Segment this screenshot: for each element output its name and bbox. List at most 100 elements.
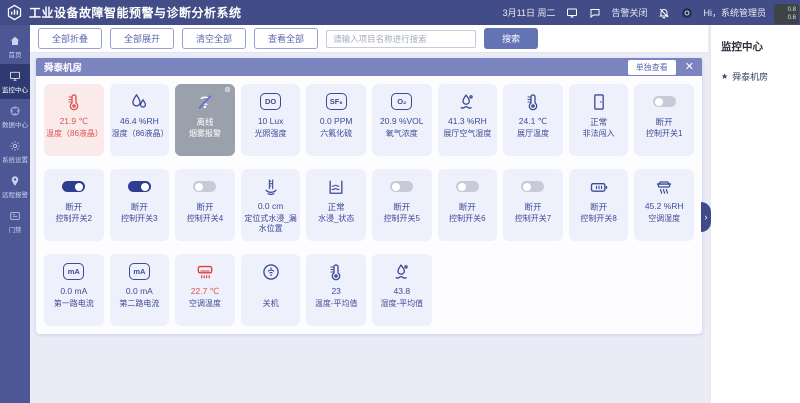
display-icon[interactable] (565, 6, 578, 19)
sensor-label: 控制开关3 (119, 214, 159, 224)
sensor-card[interactable]: O₂20.9 %VOL氧气浓度 (372, 84, 432, 156)
sensor-value: 正常 (328, 201, 345, 211)
sensor-card[interactable]: 43.8 湿度-平均值 (372, 254, 432, 326)
sensor-card[interactable]: 41.3 %RH展厅空气湿度 (438, 84, 498, 156)
sensor-label: 关机 (261, 299, 281, 309)
toolbar-buttons: 全部折叠全部展开清空全部查看全部 (38, 28, 318, 49)
tank-icon (326, 177, 346, 197)
sensor-value: 断开 (590, 201, 607, 211)
offline-badge-icon: ⊗ (224, 85, 231, 94)
sensor-label: 空调湿度 (646, 214, 682, 224)
sensor-card[interactable]: 正常水浸_状态 (306, 169, 366, 241)
toolbar-button-2[interactable]: 清空全部 (182, 28, 246, 49)
sensor-card[interactable]: 断开控制开关4 (175, 169, 235, 241)
sensor-value: 43.8 (394, 286, 411, 296)
sidebar-item-door-card[interactable]: 门禁 (0, 204, 30, 239)
home-icon (9, 35, 21, 47)
search-input[interactable] (326, 30, 476, 48)
sidebar-item-label: 远程报警 (2, 189, 28, 199)
sensor-label: 第二路电流 (117, 299, 161, 309)
toggle-off-icon (521, 181, 544, 192)
sensor-value: 23 (331, 286, 340, 296)
sensor-card[interactable]: 断开控制开关7 (503, 169, 563, 241)
sidebar-item-monitor[interactable]: 监控中心 (0, 64, 30, 99)
sensor-card[interactable]: 断开控制开关5 (372, 169, 432, 241)
sidebar-item-gear[interactable]: 系统设置 (0, 134, 30, 169)
sensor-card[interactable]: 断开控制开关2 (44, 169, 104, 241)
toolbar-button-1[interactable]: 全部展开 (110, 28, 174, 49)
sidebar-item-pin[interactable]: 远程报警 (0, 169, 30, 204)
sensor-label: 光照强度 (253, 129, 289, 139)
toolbar-button-3[interactable]: 查看全部 (254, 28, 318, 49)
app-title: 工业设备故障智能预警与诊断分析系统 (29, 4, 497, 21)
sensor-label: 湿度-平均值 (378, 299, 425, 309)
sensor-card[interactable]: 断开控制开关6 (438, 169, 498, 241)
sensor-card[interactable]: 46.4 %RH湿度（86液晶） (110, 84, 170, 156)
sensor-label: 控制开关8 (578, 214, 618, 224)
sidebar-item-home[interactable]: 首页 (0, 29, 30, 64)
avatar-icon[interactable] (681, 6, 694, 19)
toggle-off-icon (193, 181, 216, 192)
room-panel: 舜泰机房 单独查看 ✕ 21.9 ℃温度（86液晶）46.4 %RH湿度（86液… (36, 58, 702, 334)
view-alone-button[interactable]: 单独查看 (628, 60, 676, 75)
sensor-card[interactable]: 21.9 ℃温度（86液晶） (44, 84, 104, 156)
monitor-center-item[interactable]: ★舜泰机房 (721, 70, 790, 83)
sensor-card-grid: 21.9 ℃温度（86液晶）46.4 %RH湿度（86液晶）离线烟雾报警⊗DO1… (36, 76, 702, 334)
sensor-card[interactable]: 断开控制开关1 (634, 84, 694, 156)
search-button[interactable]: 搜索 (484, 28, 538, 49)
expand-panel-tab[interactable]: › (701, 202, 711, 232)
sensor-label: 水浸_状态 (316, 214, 356, 224)
topbar: 工业设备故障智能预警与诊断分析系统 3月11日 周二 告警关闭 Hi，系统管理员 (0, 0, 800, 25)
badge-ma-icon: mA (129, 263, 150, 280)
sensor-card[interactable]: 正常非法闯入 (569, 84, 629, 156)
sensor-card[interactable]: SF₆0.0 PPM六氟化硫 (306, 84, 366, 156)
battery-icon (589, 177, 609, 197)
pin-icon (9, 175, 21, 187)
sensor-card[interactable]: 断开控制开关3 (110, 169, 170, 241)
sensor-card[interactable]: DO10 Lux光照强度 (241, 84, 301, 156)
net-speed-overlay: 0.8 0.6 (774, 4, 799, 24)
humidity-icon (457, 92, 477, 112)
toolbar-button-0[interactable]: 全部折叠 (38, 28, 102, 49)
drops-icon (129, 92, 149, 112)
sensor-label: 展厅空气湿度 (441, 129, 493, 139)
sensor-label: 控制开关6 (447, 214, 487, 224)
sensor-value: 断开 (524, 201, 541, 211)
sensor-card[interactable]: mA0.0 mA第二路电流 (110, 254, 170, 326)
sensor-card[interactable]: 关机 (241, 254, 301, 326)
room-link-label: 舜泰机房 (732, 70, 768, 83)
sensor-value: 21.9 ℃ (60, 116, 88, 126)
thermometer-icon (326, 262, 346, 282)
sensor-value: 24.1 ℃ (519, 116, 547, 126)
sensor-label: 控制开关2 (54, 214, 94, 224)
sensor-card[interactable]: 23温度-平均值 (306, 254, 366, 326)
sensor-card[interactable]: mA0.0 mA第一路电流 (44, 254, 104, 326)
chat-icon[interactable] (588, 6, 601, 19)
sensor-card[interactable]: 45.2 %RH空调湿度 (634, 169, 694, 241)
thermometer-icon (64, 92, 84, 112)
room-panel-header: 舜泰机房 单独查看 ✕ (36, 58, 702, 76)
sensor-card[interactable]: 22.7 ℃空调温度 (175, 254, 235, 326)
sensor-value: 断开 (393, 201, 410, 211)
sensor-card[interactable]: 离线烟雾报警⊗ (175, 84, 235, 156)
sensor-label: 控制开关1 (644, 129, 684, 139)
alarm-status-label[interactable]: 告警关闭 (611, 6, 647, 19)
monitor-icon (9, 70, 21, 82)
sensor-card[interactable]: 0.0 cm定位式水浸_漏水位置 (241, 169, 301, 241)
thermometer-icon (523, 92, 543, 112)
bell-muted-icon[interactable] (658, 6, 671, 19)
sensor-card[interactable]: 断开控制开关8 (569, 169, 629, 241)
sensor-label: 控制开关5 (382, 214, 422, 224)
sensor-value: 离线 (196, 116, 213, 126)
sensor-value: 0.0 cm (258, 201, 284, 211)
badge-ma-icon: mA (63, 263, 84, 280)
sidebar-item-label: 数据中心 (2, 119, 28, 129)
sidebar-item-data[interactable]: 数据中心 (0, 99, 30, 134)
sensor-card[interactable]: 24.1 ℃ 展厅温度 (503, 84, 563, 156)
topbar-date: 3月11日 周二 (503, 6, 556, 19)
net-speed-down: 0.6 (777, 14, 796, 22)
water-level-icon (261, 177, 281, 197)
sensor-label: 氧气浓度 (384, 129, 420, 139)
close-icon[interactable]: ✕ (685, 62, 694, 73)
sensor-label: 展厅温度 (515, 129, 551, 139)
